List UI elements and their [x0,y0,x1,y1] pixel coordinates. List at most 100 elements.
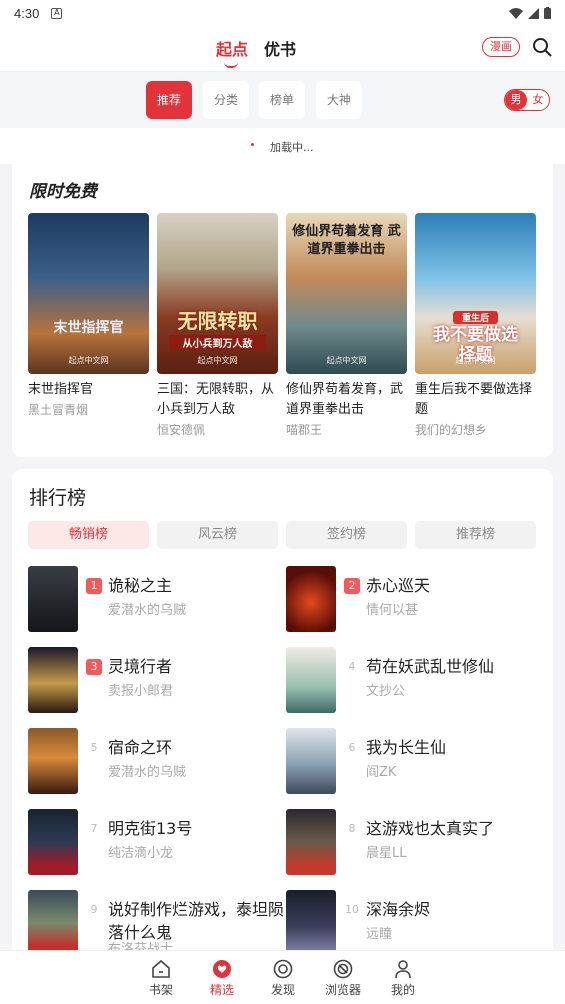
rank-tab-signed[interactable]: 签约榜 [286,521,407,549]
rank-book-author: 纯洁滴小龙 [108,846,174,861]
nav-bookshelf-label: 书架 [148,983,173,997]
rank-item[interactable]: 6 我为长生仙 阎ZK [282,728,532,794]
nav-bookshelf[interactable]: 书架 [136,957,186,998]
rank-book-author: 爱潜水的乌贼 [108,603,187,618]
rank-section: 排行榜 畅销榜 风云榜 签约榜 推荐榜 1 诡秘之主 爱潜水的乌贼 2 赤心巡天… [12,469,553,959]
rank-number: 4 [348,660,356,673]
free-book[interactable]: 末世指挥官 起点中文网 末世指挥官 黑土冒青烟 [28,213,149,418]
category-masters[interactable]: 大神 [316,81,362,119]
rank-item[interactable]: 7 明克街13号 纯洁滴小龙 [24,809,274,875]
rank-number: 7 [90,822,98,835]
nav-browser[interactable]: 浏览器 [318,957,368,998]
free-section-title: 限时免费 [29,182,97,202]
rank-book-title[interactable]: 诡秘之主 [108,574,288,597]
free-book[interactable]: 无限转职 从小兵到万人敌 起点中文网 三国：无限转职，从小兵到万人敌 恒安德佩 [157,213,278,438]
rank-book-author: 卖报小郎君 [108,684,174,699]
cover-brand: 起点中文网 [455,356,496,365]
tab-youshu[interactable]: 优书 [264,36,296,60]
cover-title: 修仙界苟着发育 武道界重拳出击 [292,224,401,257]
cover-title: 无限转职 [177,309,258,333]
nav-featured[interactable]: 精选 [197,957,247,998]
category-recommend[interactable]: 推荐 [146,81,192,119]
book-cover[interactable]: 无限转职 从小兵到万人敌 起点中文网 [157,213,278,374]
status-bar: 4:30 A [0,0,565,26]
battery-icon [544,7,551,19]
book-cover[interactable]: 末世指挥官 起点中文网 [28,213,149,374]
rank-book-cover[interactable] [28,890,78,956]
rank-book-author: 阎ZK [366,765,397,780]
loading-dot [251,143,254,146]
loading-indicator: 加载中... [0,128,565,164]
rank-tab-trending[interactable]: 风云榜 [157,521,278,549]
top-nav: 起点 优书 漫画 [0,26,565,72]
category-ranking[interactable]: 榜单 [259,81,305,119]
book-title[interactable]: 修仙界苟着发育，武道界重拳出击 [286,380,407,420]
cover-subtitle: 从小兵到万人敌 [169,335,266,350]
rank-item[interactable]: 8 这游戏也太真实了 晨星LL [282,809,532,875]
book-cover[interactable]: 重生后 我不要做选择题 起点中文网 [415,213,536,374]
rank-book-cover[interactable] [286,566,336,632]
book-author: 我们的幻想乡 [415,423,488,437]
rank-item[interactable]: 9 说好制作烂游戏，泰坦陨落什么鬼 布洛芬战士 [24,890,284,957]
free-section: 限时免费 末世指挥官 起点中文网 末世指挥官 黑土冒青烟 无限转职 从小兵到万人… [12,160,553,457]
book-title[interactable]: 末世指挥官 [28,380,149,400]
rank-item[interactable]: 5 宿命之环 爱潜水的乌贼 [24,728,274,794]
rank-item[interactable]: 4 苟在妖武乱世修仙 文抄公 [282,647,532,713]
rank-book-title[interactable]: 深海余烬 [366,898,546,921]
free-book[interactable]: 修仙界苟着发育 武道界重拳出击 起点中文网 修仙界苟着发育，武道界重拳出击 喵郡… [286,213,407,438]
rank-section-title: 排行榜 [29,487,87,509]
book-author: 喵郡王 [286,423,323,437]
rank-book-cover[interactable] [286,647,336,713]
rank-item[interactable]: 1 诡秘之主 爱潜水的乌贼 [24,566,274,632]
rank-book-cover[interactable] [28,728,78,794]
comic-button[interactable]: 漫画 [482,37,520,57]
tab-qidian[interactable]: 起点 [216,36,248,68]
book-author: 恒安德佩 [157,423,206,437]
cover-subtitle: 重生后 [453,311,498,324]
rank-book-title[interactable]: 灵境行者 [108,655,288,678]
rank-book-cover[interactable] [28,809,78,875]
cover-title: 末世指挥官 [53,320,124,336]
rank-book-cover[interactable] [28,566,78,632]
user-icon [395,960,411,979]
nav-profile[interactable]: 我的 [378,957,428,998]
notification-icon: A [51,7,63,19]
nav-featured-label: 精选 [209,983,234,997]
rank-book-cover[interactable] [28,647,78,713]
rank-book-title[interactable]: 这游戏也太真实了 [366,817,546,840]
search-icon[interactable] [532,37,552,57]
rank-tab-bestseller[interactable]: 畅销榜 [28,521,149,549]
rank-item[interactable]: 2 赤心巡天 情何以甚 [282,566,532,632]
rank-book-title[interactable]: 明克街13号 [108,817,288,840]
rank-book-cover[interactable] [286,809,336,875]
compass-icon [273,959,293,979]
rank-book-title[interactable]: 苟在妖武乱世修仙 [366,655,546,678]
book-cover[interactable]: 修仙界苟着发育 武道界重拳出击 起点中文网 [286,213,407,374]
gender-toggle[interactable]: 男 女 [504,89,550,111]
category-classify[interactable]: 分类 [203,81,249,119]
rank-item[interactable]: 10 深海余烬 远瞳 [282,890,532,956]
rank-book-title[interactable]: 赤心巡天 [366,574,546,597]
rank-tab-recommend[interactable]: 推荐榜 [415,521,536,549]
rank-book-title[interactable]: 宿命之环 [108,736,288,759]
cover-brand: 起点中文网 [197,356,238,365]
rank-book-cover[interactable] [286,890,336,956]
rank-item[interactable]: 3 灵境行者 卖报小郎君 [24,647,274,713]
book-title[interactable]: 重生后我不要做选择题 [415,380,536,420]
rank-book-cover[interactable] [286,728,336,794]
gender-female[interactable]: 女 [527,90,549,110]
cover-brand: 起点中文网 [68,356,109,365]
free-book[interactable]: 重生后 我不要做选择题 起点中文网 重生后我不要做选择题 我们的幻想乡 [415,213,536,438]
nav-profile-label: 我的 [390,983,415,997]
rank-number: 5 [90,741,98,754]
rank-book-author: 文抄公 [366,684,406,699]
nav-discover[interactable]: 发现 [258,957,308,998]
rank-book-author: 晨星LL [366,846,407,861]
gender-male[interactable]: 男 [505,90,527,110]
nav-browser-label: 浏览器 [324,983,361,997]
book-title[interactable]: 三国：无限转职，从小兵到万人敌 [157,380,278,420]
book-author: 黑土冒青烟 [28,403,89,417]
rank-book-title[interactable]: 我为长生仙 [366,736,546,759]
wifi-icon [509,7,523,19]
rank-book-author: 爱潜水的乌贼 [108,765,187,780]
